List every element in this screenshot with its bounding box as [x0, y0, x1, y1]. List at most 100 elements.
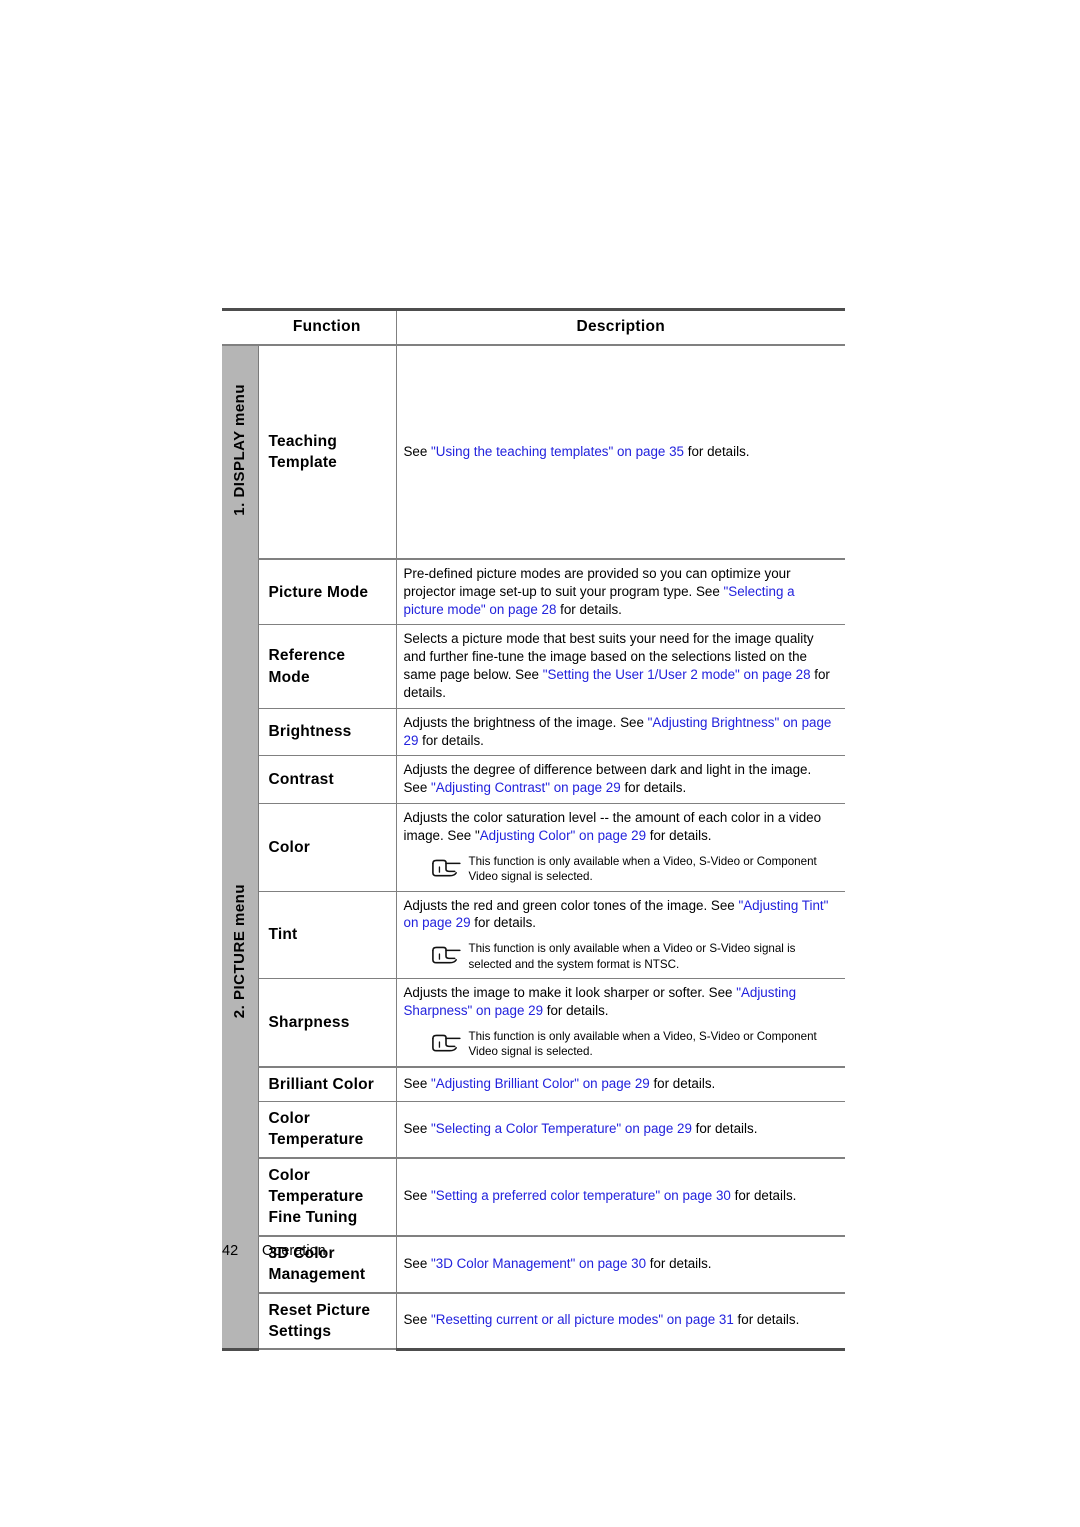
cross-reference-link[interactable]: Adjusting Color" on page 29	[480, 828, 646, 843]
table-row-color: Color Adjusts the color saturation level…	[222, 803, 845, 892]
note-text: This function is only available when a V…	[468, 942, 796, 971]
footer-section-label: Operation	[262, 1243, 326, 1259]
description-text: Adjusts the degree of difference between…	[404, 761, 838, 797]
note-text: This function is only available when a V…	[468, 854, 817, 884]
description-fragment: for details.	[733, 1312, 800, 1328]
description-fragment: See	[403, 1255, 432, 1271]
pointing-hand-icon	[430, 1031, 462, 1053]
cross-reference-link[interactable]: "Adjusting Contrast" on page 29	[431, 780, 621, 795]
description-brightness: Adjusts the brightness of the image. See…	[396, 708, 845, 757]
note-block: This function is only available when a V…	[404, 1029, 838, 1060]
description-tint: Adjusts the red and green color tones of…	[396, 891, 845, 980]
document-page: Function Description 1. DISPLAY menu Tea…	[0, 0, 1080, 1527]
function-label-teaching-template: Teaching Template	[258, 344, 397, 560]
description-fragment: for details.	[418, 732, 484, 748]
function-label-color: Color	[258, 803, 397, 892]
description-text: See "Setting a preferred color temperatu…	[404, 1187, 838, 1205]
description-3d-color-management: See "3D Color Management" on page 30 for…	[396, 1235, 845, 1294]
description-contrast: Adjusts the degree of difference between…	[396, 755, 845, 805]
pointing-hand-icon	[430, 943, 462, 965]
note-text: This function is only available when a V…	[468, 1029, 817, 1059]
menu-group-label-picture: 2. PICTURE menu	[231, 883, 249, 1018]
description-picture-mode: Pre-defined picture modes are provided s…	[396, 559, 845, 626]
description-text: Selects a picture mode that best suits y…	[404, 630, 838, 701]
description-sharpness: Adjusts the image to make it look sharpe…	[396, 978, 845, 1068]
description-fragment: for details.	[646, 827, 712, 843]
function-label-brightness: Brightness	[258, 708, 397, 757]
description-text: Adjusts the color saturation level -- th…	[404, 809, 838, 845]
table-row-picture-mode: 2. PICTURE menu Picture Mode Pre-defined…	[222, 559, 845, 1351]
description-fragment: for details.	[730, 1188, 797, 1204]
table-row-brilliant-color: Brilliant Color See "Adjusting Brilliant…	[222, 1066, 845, 1102]
table-row-tint: Tint Adjusts the red and green color ton…	[222, 891, 845, 980]
description-color: Adjusts the color saturation level -- th…	[396, 803, 845, 892]
note-block: This function is only available when a V…	[404, 941, 838, 972]
description-reference-mode: Selects a picture mode that best suits y…	[396, 624, 845, 709]
function-label-contrast: Contrast	[258, 755, 397, 805]
description-fragment: See	[403, 1312, 432, 1328]
description-fragment: See	[403, 1075, 432, 1091]
description-fragment: for details.	[620, 780, 687, 796]
description-fragment: See	[403, 443, 432, 459]
description-fragment: for details.	[470, 915, 537, 931]
menu-group-strip-display: 1. DISPLAY menu	[222, 344, 259, 559]
table-row-contrast: Contrast Adjusts the degree of differenc…	[222, 755, 845, 805]
function-label-sharpness: Sharpness	[258, 978, 397, 1068]
cross-reference-link[interactable]: "Using the teaching templates" on page 3…	[431, 444, 684, 459]
function-label-reset-picture-settings: Reset Picture Settings	[258, 1292, 397, 1351]
description-fragment: for details.	[649, 1075, 716, 1091]
description-color-temperature-fine-tuning: See "Setting a preferred color temperatu…	[396, 1157, 845, 1237]
menu-function-table: Function Description 1. DISPLAY menu Tea…	[222, 308, 845, 1351]
description-text: See "Selecting a Color Temperature" on p…	[404, 1120, 838, 1138]
table-row-color-temperature: Color Temperature See "Selecting a Color…	[222, 1101, 845, 1159]
description-text: Adjusts the image to make it look sharpe…	[404, 984, 838, 1020]
cross-reference-link[interactable]: "3D Color Management" on page 30	[431, 1256, 646, 1271]
column-header-description: Description	[396, 308, 845, 346]
table-row-brightness: Brightness Adjusts the brightness of the…	[222, 708, 845, 757]
description-reset-picture-settings: See "Resetting current or all picture mo…	[396, 1292, 845, 1351]
function-label-reference-mode: Reference Mode	[258, 624, 397, 709]
cross-reference-link[interactable]: "Resetting current or all picture modes"…	[431, 1312, 734, 1327]
function-label-tint: Tint	[258, 891, 397, 980]
description-fragment: for details.	[684, 443, 750, 459]
description-text: Adjusts the brightness of the image. See…	[404, 714, 838, 750]
table-row-reset-picture-settings: Reset Picture Settings See "Resetting cu…	[222, 1292, 845, 1351]
description-text: See "3D Color Management" on page 30 for…	[404, 1255, 838, 1273]
pointing-hand-icon	[430, 856, 462, 878]
column-header-function: Function	[258, 308, 397, 346]
function-label-color-temperature-fine-tuning: Color Temperature Fine Tuning	[258, 1157, 397, 1237]
table-header-row: Function Description	[222, 308, 845, 346]
note-block: This function is only available when a V…	[404, 854, 838, 885]
description-fragment: for details.	[543, 1002, 609, 1018]
cross-reference-link[interactable]: "Setting a preferred color temperature" …	[431, 1188, 731, 1203]
table-row-teaching-template: 1. DISPLAY menu Teaching Template See "U…	[222, 344, 845, 560]
page-footer: 42 Operation	[222, 1243, 326, 1259]
menu-group-label-display: 1. DISPLAY menu	[231, 384, 249, 516]
description-fragment: Adjusts the image to make it look sharpe…	[403, 985, 737, 1001]
function-label-brilliant-color: Brilliant Color	[258, 1066, 397, 1102]
cross-reference-link[interactable]: "Adjusting Brilliant Color" on page 29	[431, 1076, 650, 1091]
description-fragment: See	[403, 1188, 432, 1204]
footer-page-number: 42	[222, 1243, 239, 1259]
description-text: See "Resetting current or all picture mo…	[404, 1311, 838, 1329]
description-text: See "Adjusting Brilliant Color" on page …	[404, 1075, 838, 1093]
table-row-reference-mode: Reference Mode Selects a picture mode th…	[222, 624, 845, 709]
description-teaching-template: See "Using the teaching templates" on pa…	[396, 344, 845, 560]
description-text: See "Using the teaching templates" on pa…	[404, 443, 838, 461]
description-fragment: Adjusts the red and green color tones of…	[403, 897, 739, 913]
cross-reference-link[interactable]: "Selecting a Color Temperature" on page …	[431, 1121, 692, 1136]
description-fragment: See	[403, 1120, 432, 1136]
description-color-temperature: See "Selecting a Color Temperature" on p…	[396, 1101, 845, 1159]
description-brilliant-color: See "Adjusting Brilliant Color" on page …	[396, 1066, 845, 1102]
description-fragment: for details.	[556, 601, 622, 617]
function-label-picture-mode: Picture Mode	[258, 559, 397, 626]
description-fragment: for details.	[646, 1255, 712, 1271]
cross-reference-link[interactable]: "Setting the User 1/User 2 mode" on page…	[543, 667, 811, 682]
description-fragment: for details.	[691, 1120, 758, 1136]
header-spacer-cell	[222, 308, 258, 346]
table-row-color-temperature-fine-tuning: Color Temperature Fine Tuning See "Setti…	[222, 1157, 845, 1237]
description-text: Adjusts the red and green color tones of…	[404, 897, 838, 933]
menu-group-strip-picture: 2. PICTURE menu	[222, 559, 259, 1351]
table-row-sharpness: Sharpness Adjusts the image to make it l…	[222, 978, 845, 1068]
description-text: Pre-defined picture modes are provided s…	[404, 565, 838, 618]
